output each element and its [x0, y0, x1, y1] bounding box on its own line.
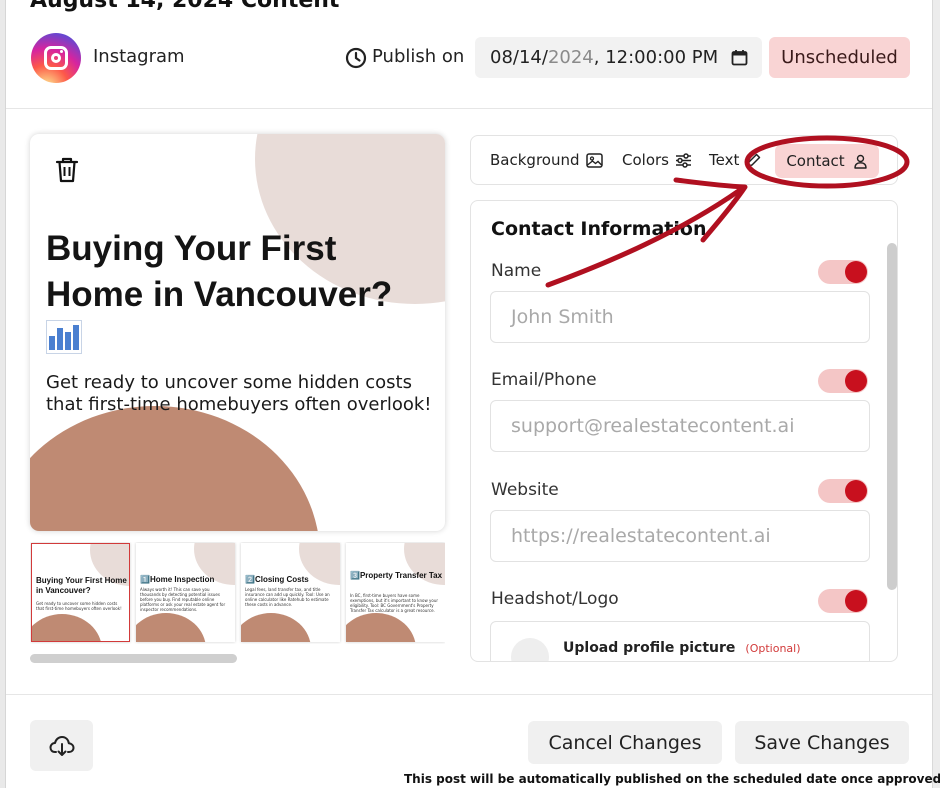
website-field[interactable]: https://realestatecontent.ai: [490, 510, 870, 562]
clock-icon: [345, 47, 367, 69]
date-time: , 12:00:00 PM: [593, 47, 719, 68]
thumbnails-scrollbar[interactable]: [30, 654, 237, 663]
user-icon: [853, 154, 867, 169]
name-label: Name: [491, 261, 542, 281]
tab-text[interactable]: Text: [709, 151, 762, 169]
sliders-icon: [675, 152, 691, 168]
email-phone-placeholder: support@realestatecontent.ai: [511, 415, 795, 437]
toggle-knob: [845, 590, 867, 612]
date-year: 2024: [547, 47, 594, 68]
platform-name: Instagram: [93, 46, 185, 67]
auto-publish-note: This post will be automatically publishe…: [404, 772, 940, 786]
backdrop-right-edge: [932, 0, 940, 788]
tab-background-label: Background: [490, 151, 580, 169]
tab-colors-label: Colors: [622, 151, 669, 169]
thumbnail-slide-4[interactable]: 3️⃣Property Transfer Tax In BC, first-ti…: [346, 543, 445, 642]
optional-label: (Optional): [745, 642, 801, 655]
thumb-decor-bottom: [346, 613, 416, 642]
header-divider: [6, 108, 932, 109]
slide-thumbnails: Buying Your First Home in Vancouver? Get…: [30, 542, 445, 644]
contact-heading: Contact Information: [491, 218, 707, 240]
thumbnail-body: Legal fees, land transfer tax, and title…: [245, 587, 330, 607]
tab-text-label: Text: [709, 151, 740, 169]
instagram-icon: [31, 33, 81, 83]
toggle-knob: [845, 261, 867, 283]
preview-decor-bottom: [30, 406, 320, 531]
thumbnail-title: Buying Your First Home in Vancouver?: [36, 576, 127, 595]
preview-title: Buying Your First Home in Vancouver?: [46, 229, 393, 314]
toggle-knob: [845, 480, 867, 502]
pen-icon: [747, 153, 761, 167]
content-editor-modal: August 14, 2024 Content Instagram Publis…: [0, 0, 940, 788]
footer-divider: [6, 694, 932, 695]
thumb-decor-bottom: [32, 614, 102, 641]
thumb-decor-bottom: [241, 613, 311, 642]
thumbnail-slide-1[interactable]: Buying Your First Home in Vancouver? Get…: [31, 543, 130, 642]
contact-panel-scrollbar[interactable]: [887, 243, 897, 590]
publish-on-label: Publish on: [372, 46, 465, 67]
thumbnail-slide-2[interactable]: 1️⃣Home Inspection Always worth it! This…: [136, 543, 235, 642]
website-toggle[interactable]: [818, 479, 868, 503]
post-preview: Buying Your First Home in Vancouver? Get…: [30, 134, 445, 531]
thumb-decor-bottom: [136, 613, 206, 642]
trash-icon[interactable]: [54, 156, 80, 184]
thumbnail-body: In BC, first-time buyers have some exemp…: [350, 593, 439, 613]
calendar-icon[interactable]: [731, 49, 748, 66]
upload-label: Upload profile picture: [563, 640, 736, 656]
preview-subtitle: Get ready to uncover some hidden costs t…: [46, 372, 432, 415]
tab-contact-label: Contact: [786, 152, 845, 170]
image-icon: [585, 152, 603, 168]
name-field[interactable]: John Smith: [490, 291, 870, 343]
toggle-knob: [845, 370, 867, 392]
cloud-download-icon: [49, 735, 74, 756]
editor-tabs: Background Colors Text Contact: [470, 135, 898, 185]
thumbnail-body: Get ready to uncover some hidden costs t…: [36, 601, 122, 611]
thumbnail-body: Always worth it! This can save you thous…: [140, 587, 226, 612]
name-toggle[interactable]: [818, 260, 868, 284]
save-changes-button[interactable]: Save Changes: [735, 721, 909, 764]
modal-title: August 14, 2024 Content: [30, 0, 340, 13]
contact-information-panel: Contact Information Name John Smith Emai…: [470, 200, 898, 662]
thumbnail-title: 3️⃣Property Transfer Tax: [350, 571, 443, 580]
headshot-upload-field[interactable]: Upload profile picture (Optional): [490, 621, 870, 661]
backdrop-left-edge: [0, 0, 6, 788]
tab-background[interactable]: Background: [490, 151, 603, 169]
email-phone-label: Email/Phone: [491, 370, 597, 390]
cityscape-icon: [46, 320, 82, 354]
thumbnail-slide-3[interactable]: 2️⃣Closing Costs Legal fees, land transf…: [241, 543, 340, 642]
cancel-changes-button[interactable]: Cancel Changes: [528, 721, 722, 764]
headshot-logo-toggle[interactable]: [818, 589, 868, 613]
headshot-logo-label: Headshot/Logo: [491, 589, 619, 609]
tab-contact[interactable]: Contact: [775, 144, 879, 178]
date-month-day: 08/14/: [490, 47, 548, 68]
status-badge[interactable]: Unscheduled: [769, 37, 910, 78]
thumbnail-title: 1️⃣Home Inspection: [140, 575, 215, 584]
website-label: Website: [491, 480, 559, 500]
publish-datetime-input[interactable]: 08/14/2024, 12:00:00 PM: [475, 37, 762, 78]
email-phone-field[interactable]: support@realestatecontent.ai: [490, 400, 870, 452]
avatar-placeholder: [511, 638, 549, 661]
website-placeholder: https://realestatecontent.ai: [511, 525, 771, 547]
name-placeholder: John Smith: [511, 306, 614, 328]
tab-colors[interactable]: Colors: [622, 151, 692, 169]
thumbnail-title: 2️⃣Closing Costs: [245, 575, 309, 584]
download-button[interactable]: [30, 720, 93, 771]
email-phone-toggle[interactable]: [818, 369, 868, 393]
